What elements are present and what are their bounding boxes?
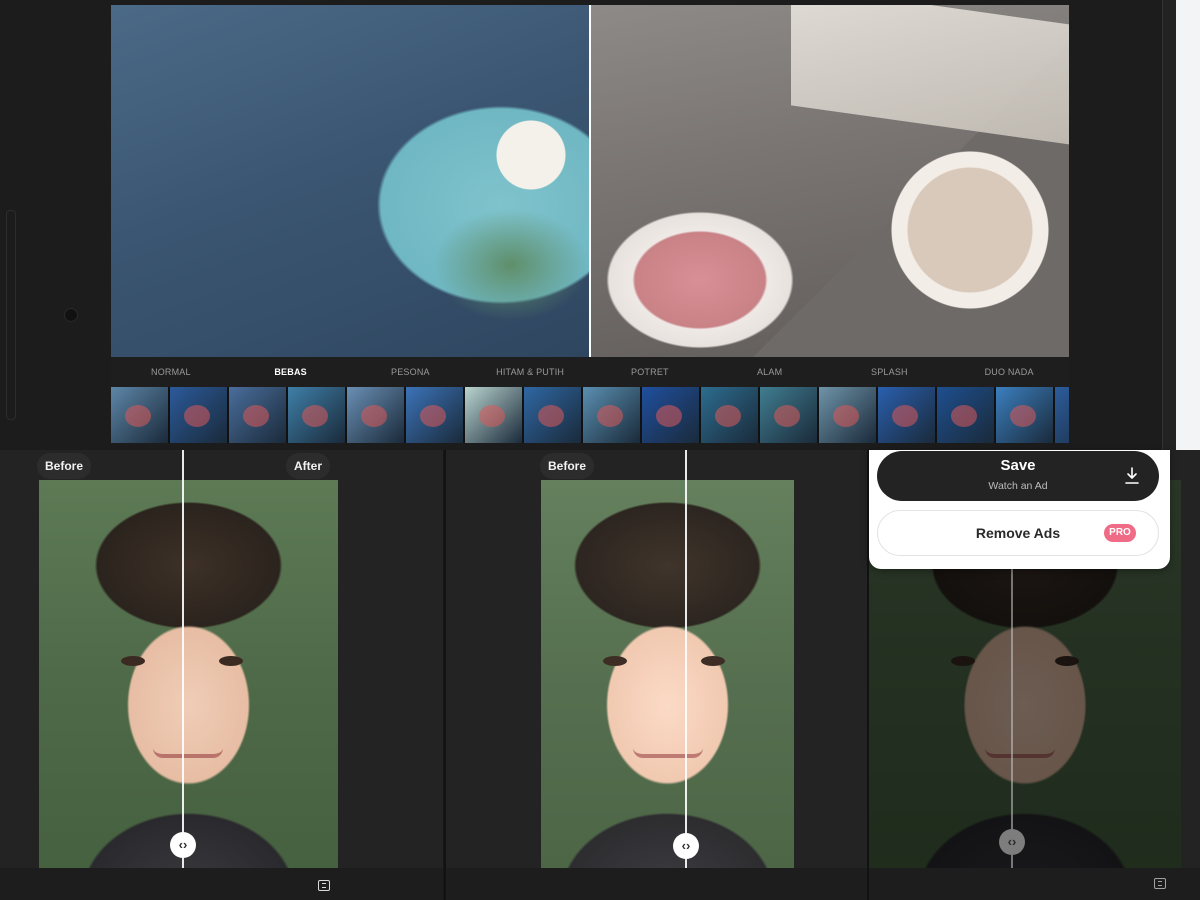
download-icon: [1125, 467, 1139, 484]
filter-tab[interactable]: POTRET: [590, 357, 710, 387]
filter-thumbnail[interactable]: [406, 387, 463, 443]
filter-tab[interactable]: ALAM: [710, 357, 830, 387]
filter-thumbnail-strip[interactable]: [111, 387, 1069, 443]
comparison-panel-1: Before After ‹›: [0, 450, 443, 900]
filter-thumbnail[interactable]: [288, 387, 345, 443]
save-dialog: Save Watch an Ad Remove Ads PRO: [869, 450, 1170, 569]
filter-tab[interactable]: SPLASH: [830, 357, 950, 387]
device-side-button: [6, 210, 16, 420]
filter-tab[interactable]: BEBAS: [231, 357, 351, 387]
filter-thumbnail[interactable]: [347, 387, 404, 443]
filter-thumbnail[interactable]: [170, 387, 227, 443]
feedback-icon[interactable]: [1154, 878, 1166, 889]
filter-tab[interactable]: HITAM & PUTIH: [470, 357, 590, 387]
filter-thumbnail[interactable]: [465, 387, 522, 443]
mouth: [633, 748, 703, 758]
eye: [603, 656, 627, 666]
filter-category-tabs: NORMAL BEBAS PESONA HITAM & PUTIH POTRET ALAM…: [111, 357, 1069, 387]
filter-thumbnail[interactable]: [996, 387, 1053, 443]
filter-thumbnail[interactable]: [229, 387, 286, 443]
filter-thumbnail[interactable]: [1055, 387, 1069, 443]
eye: [701, 656, 725, 666]
photo-editor-screen: NORMAL BEBAS PESONA HITAM & PUTIH POTRET ALAM…: [0, 0, 1200, 450]
save-button[interactable]: Save Watch an Ad: [877, 451, 1159, 501]
filtered-half: [111, 5, 590, 357]
device-frame-edge: [1162, 0, 1176, 450]
save-label: Save: [1000, 457, 1036, 474]
bottom-toolbar: [0, 868, 443, 900]
after-label: After: [286, 453, 331, 479]
mouth: [153, 748, 223, 758]
pro-badge: PRO: [1104, 524, 1136, 542]
filter-thumbnail[interactable]: [642, 387, 699, 443]
filter-tab[interactable]: NORMAL: [111, 357, 231, 387]
eye: [121, 656, 145, 666]
filter-thumbnail[interactable]: [583, 387, 640, 443]
portrait-photo: [39, 480, 338, 868]
bottom-toolbar: [446, 868, 868, 900]
remove-ads-button[interactable]: Remove Ads PRO: [877, 510, 1159, 556]
eye: [219, 656, 243, 666]
compare-slider-handle[interactable]: ‹›: [170, 832, 196, 858]
filter-tab[interactable]: PESONA: [351, 357, 471, 387]
portrait-photo: [541, 480, 794, 868]
background-edge: [1176, 0, 1200, 450]
filter-thumbnail[interactable]: [111, 387, 168, 443]
filter-thumbnail[interactable]: [524, 387, 581, 443]
filter-thumbnail[interactable]: [701, 387, 758, 443]
feedback-icon[interactable]: [318, 880, 330, 891]
comparison-panel-2: Before ‹›: [446, 450, 868, 900]
compare-slider-handle[interactable]: ‹›: [673, 833, 699, 859]
eye: [1055, 656, 1079, 666]
collage-root: NORMAL BEBAS PESONA HITAM & PUTIH POTRET ALAM…: [0, 0, 1200, 900]
device-camera-dot: [64, 308, 78, 322]
eye: [951, 656, 975, 666]
filter-tab[interactable]: DUO NADA: [949, 357, 1069, 387]
compare-divider[interactable]: [589, 5, 591, 357]
mouth: [985, 748, 1055, 758]
before-label: Before: [37, 453, 92, 479]
bottom-toolbar: [869, 868, 1200, 900]
filter-thumbnail[interactable]: [760, 387, 817, 443]
before-label: Before: [540, 453, 595, 479]
filter-thumbnail[interactable]: [819, 387, 876, 443]
save-sublabel: Watch an Ad: [988, 480, 1048, 492]
preview-photo[interactable]: [111, 5, 1069, 357]
compare-slider-handle[interactable]: ‹›: [999, 829, 1025, 855]
filter-thumbnail[interactable]: [878, 387, 935, 443]
filter-thumbnail[interactable]: [937, 387, 994, 443]
